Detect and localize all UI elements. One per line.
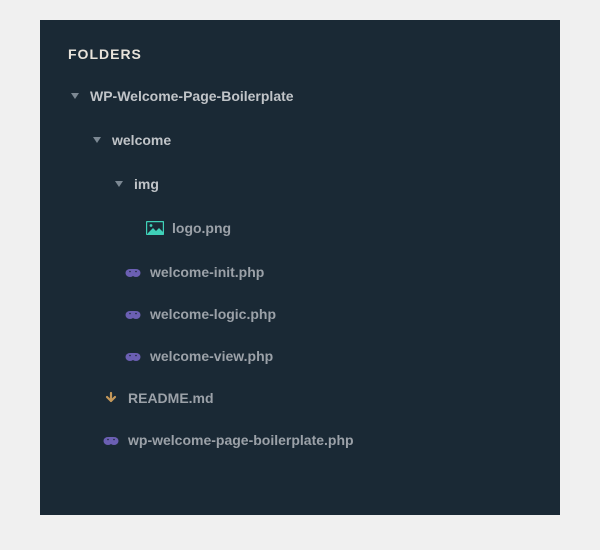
php-icon xyxy=(102,432,120,448)
file-label: welcome-view.php xyxy=(150,348,273,364)
markdown-icon xyxy=(102,390,120,406)
file-row-readme[interactable]: README.md xyxy=(68,382,532,414)
file-label: welcome-init.php xyxy=(150,264,264,280)
folder-label: welcome xyxy=(112,132,171,148)
chevron-down-icon xyxy=(68,89,82,103)
php-icon xyxy=(124,264,142,280)
file-label: logo.png xyxy=(172,220,231,236)
file-label: README.md xyxy=(128,390,214,406)
folder-row-root[interactable]: WP-Welcome-Page-Boilerplate xyxy=(68,80,532,112)
file-row-welcome-view[interactable]: welcome-view.php xyxy=(68,340,532,372)
image-icon xyxy=(146,220,164,236)
folder-row-welcome[interactable]: welcome xyxy=(68,124,532,156)
php-icon xyxy=(124,348,142,364)
chevron-down-icon xyxy=(90,133,104,147)
file-row-logo[interactable]: logo.png xyxy=(68,212,532,244)
file-label: wp-welcome-page-boilerplate.php xyxy=(128,432,354,448)
file-row-plugin[interactable]: wp-welcome-page-boilerplate.php xyxy=(68,424,532,456)
panel-title: FOLDERS xyxy=(68,46,532,62)
folder-label: WP-Welcome-Page-Boilerplate xyxy=(90,88,294,104)
file-row-welcome-init[interactable]: welcome-init.php xyxy=(68,256,532,288)
folder-row-img[interactable]: img xyxy=(68,168,532,200)
folder-label: img xyxy=(134,176,159,192)
file-row-welcome-logic[interactable]: welcome-logic.php xyxy=(68,298,532,330)
php-icon xyxy=(124,306,142,322)
file-label: welcome-logic.php xyxy=(150,306,276,322)
sidebar-panel: FOLDERS WP-Welcome-Page-Boilerplate welc… xyxy=(40,20,560,515)
chevron-down-icon xyxy=(112,177,126,191)
